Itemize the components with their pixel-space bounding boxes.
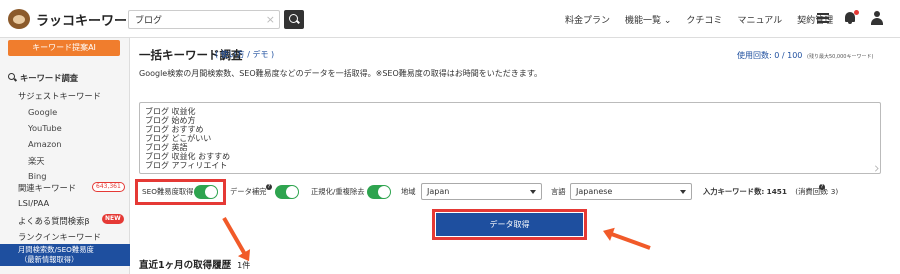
keyword-line: ブログ 収益化 (145, 107, 196, 116)
keyword-ai-button[interactable]: キーワード提案AI (8, 40, 120, 56)
keyword-count: 入力キーワード数: 1451 (消費回数 (703, 187, 827, 197)
region-label: 地域 (401, 187, 416, 196)
get-data-button[interactable]: データ取得 (436, 213, 583, 236)
sidebar-item-monthly-label: 月間検索数/SEO難易度 (18, 245, 94, 254)
region-select[interactable]: Japan (421, 183, 542, 200)
sidebar: キーワード提案AI キーワード調査 サジェストキーワード Google YouT… (0, 38, 130, 274)
keyword-line: ブログ どこがいい (145, 134, 212, 143)
sidebar-item-youtube[interactable]: YouTube (28, 123, 62, 133)
sidebar-item-lsi[interactable]: LSI/PAA (18, 198, 49, 208)
search-icon[interactable] (284, 10, 304, 29)
normalize-toggle[interactable] (367, 185, 391, 199)
language-label: 言語 (551, 187, 566, 196)
related-count-badge: 643,361 (92, 182, 125, 192)
top-header: ラッコキーワード × 料金プラン 機能一覧 ⌄ クチコミ マニュアル 契約管理 (0, 0, 900, 38)
arrow-icon (222, 217, 248, 258)
arrow-icon (607, 231, 651, 250)
keyword-count-value: 1451 (766, 187, 787, 196)
main-panel: 一括キーワード調査 ( 使い方 / デモ ) 使用回数: 0 / 100 (残り… (130, 38, 900, 274)
magnifier-icon (8, 73, 15, 80)
usage-note: (残り最大50,000キーワード) (807, 54, 874, 60)
data-complement-label: データ補完 (230, 187, 267, 196)
notification-dot (854, 10, 859, 15)
nav-pricing[interactable]: 料金プラン (565, 13, 610, 26)
top-nav: 料金プラン 機能一覧 ⌄ クチコミ マニュアル 契約管理 (565, 13, 848, 26)
history-title-text: 直近1ヶ月の取得履歴 (139, 260, 232, 271)
sidebar-item-suggest[interactable]: サジェストキーワード (18, 90, 101, 102)
data-complement-toggle[interactable] (275, 185, 299, 199)
search-box: × (128, 10, 280, 29)
chevron-down-icon (530, 190, 536, 194)
region-value: Japan (427, 187, 450, 196)
options-row: SEO難易度取得 データ補完 ? 正規化/重複除去 地域 Japan 言語 Ja… (130, 180, 900, 204)
sidebar-section-keyword-research[interactable]: キーワード調査 (20, 72, 78, 84)
keyword-line: ブログ おすすめ (145, 125, 204, 134)
clear-icon[interactable]: × (266, 13, 275, 26)
sidebar-item-faq[interactable]: よくある質問検索β (18, 215, 90, 227)
sidebar-item-google[interactable]: Google (28, 107, 57, 117)
keyword-count-label: 入力キーワード数: (703, 187, 765, 196)
sidebar-item-monthly-sublabel: （最新情報取得） (20, 255, 79, 264)
howto-link[interactable]: ( 使い方 / デモ ) (215, 49, 274, 60)
user-icon[interactable] (871, 11, 883, 25)
logo[interactable]: ラッコキーワード (8, 9, 140, 29)
keyword-textarea[interactable]: ブログ 収益化 ブログ 始め方 ブログ おすすめ ブログ どこがいい ブログ 英… (139, 102, 881, 174)
sidebar-item-rakuten[interactable]: 楽天 (28, 155, 45, 167)
keyword-line: ブログ アフィリエイト (145, 161, 228, 170)
language-select[interactable]: Japanese (570, 183, 692, 200)
nav-reviews[interactable]: クチコミ (686, 13, 722, 26)
logo-text: ラッコキーワード (36, 13, 141, 29)
chevron-down-icon (680, 190, 686, 194)
search-input[interactable] (129, 11, 259, 28)
sidebar-item-rankin[interactable]: ランクインキーワード (18, 231, 101, 243)
sidebar-item-related[interactable]: 関連キーワード (18, 182, 76, 194)
help-icon[interactable]: ? (819, 184, 825, 190)
normalize-label: 正規化/重複除去 (311, 187, 365, 196)
cost-value: : 3) (826, 187, 839, 196)
keyword-line: ブログ 英語 (145, 143, 188, 152)
history-count: 1件 (237, 261, 251, 270)
annotation-box-seo (135, 179, 226, 205)
nav-manual[interactable]: マニュアル (737, 13, 782, 26)
language-value: Japanese (576, 187, 613, 196)
history-title: 直近1ヶ月の取得履歴 1件 (139, 257, 250, 271)
nav-features[interactable]: 機能一覧 ⌄ (625, 13, 671, 26)
help-icon[interactable]: ? (266, 184, 272, 190)
sidebar-item-bing[interactable]: Bing (28, 171, 47, 181)
new-badge: NEW (102, 214, 124, 224)
page-description: Google検索の月間検索数、SEO難易度などのデータを一括取得。※SEO難易度… (139, 69, 542, 78)
logo-icon (8, 9, 30, 29)
keyword-line: ブログ 収益化 おすすめ (145, 152, 231, 161)
menu-icon[interactable] (817, 13, 829, 23)
usage-count: 使用回数: 0 / 100 (737, 51, 803, 60)
sidebar-item-monthly-volume[interactable]: 月間検索数/SEO難易度 （最新情報取得） (0, 244, 130, 266)
keyword-line: ブログ 始め方 (145, 116, 196, 125)
sidebar-item-amazon[interactable]: Amazon (28, 139, 62, 149)
